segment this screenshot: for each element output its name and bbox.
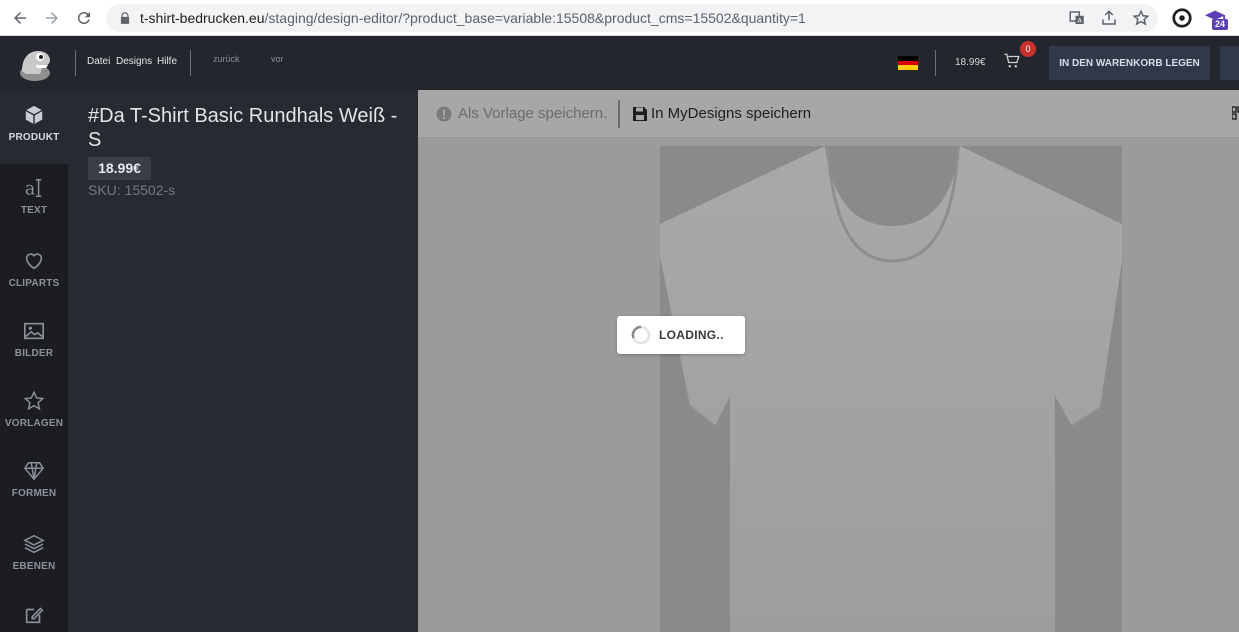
rail-label: VORLAGEN — [4, 418, 64, 429]
svg-text:a: a — [25, 179, 35, 199]
loading-text: LOADING.. — [659, 328, 724, 342]
extension-badge: 24 — [1212, 19, 1228, 30]
star-outline-icon — [23, 390, 45, 411]
canvas-toolbar: Als Vorlage speichern. In MyDesigns spei… — [418, 90, 1239, 138]
star-icon[interactable] — [1132, 9, 1150, 27]
rail-label: FORMEN — [11, 488, 57, 499]
rail-item-produkt[interactable]: PRODUKT — [0, 104, 68, 143]
header-divider — [935, 50, 936, 76]
product-price: 18.99€ — [88, 157, 151, 180]
toolbar-divider — [618, 100, 620, 128]
reload-icon[interactable] — [72, 6, 96, 30]
heart-icon — [25, 253, 43, 270]
redo-button[interactable]: vor — [271, 54, 284, 64]
image-icon — [24, 322, 44, 340]
diamond-icon — [23, 462, 45, 481]
dino-logo[interactable] — [14, 43, 56, 83]
info-icon — [436, 106, 452, 122]
spinner-icon — [631, 325, 651, 345]
menu-datei[interactable]: Datei — [87, 56, 110, 67]
layers-icon — [23, 534, 45, 554]
design-workspace: Als Vorlage speichern. In MyDesigns spei… — [418, 90, 1239, 632]
add-to-cart-button[interactable]: IN DEN WARENKORB LEGEN — [1049, 46, 1210, 80]
rail-label: PRODUKT — [8, 132, 60, 143]
rail-item-cliparts[interactable]: CLIPARTS — [0, 250, 68, 289]
share-icon[interactable] — [1100, 9, 1118, 27]
header-extra-button[interactable] — [1220, 46, 1239, 80]
translate-icon[interactable]: A — [1068, 9, 1086, 27]
address-bar[interactable]: t-shirt-bedrucken.eu/staging/design-edit… — [106, 4, 1158, 32]
forward-icon[interactable] — [40, 6, 64, 30]
extension-icon[interactable] — [1171, 7, 1193, 29]
rail-item-text[interactable]: a TEXT — [0, 177, 68, 216]
product-sku: SKU: 15502-s — [88, 182, 176, 198]
rail-label: TEXT — [20, 205, 48, 216]
cart-count-badge: 0 — [1020, 41, 1036, 57]
rail-item-edit[interactable] — [0, 604, 68, 626]
undo-button[interactable]: zurück — [213, 54, 240, 64]
product-title: #Da T-Shirt Basic Rundhals Weiß - S — [88, 105, 398, 151]
loading-indicator: LOADING.. — [617, 316, 745, 354]
german-flag-icon[interactable] — [898, 56, 918, 70]
menu-designs[interactable]: Designs — [116, 56, 152, 67]
rail-item-ebenen[interactable]: EBENEN — [0, 533, 68, 572]
floppy-disk-icon — [633, 107, 647, 121]
back-icon[interactable] — [8, 6, 32, 30]
rail-item-vorlagen[interactable]: VORLAGEN — [0, 390, 68, 429]
rail-label: BILDER — [14, 348, 54, 359]
url-text[interactable]: t-shirt-bedrucken.eu/staging/design-edit… — [140, 10, 806, 26]
edit-icon — [25, 607, 44, 624]
header-price: 18.99€ — [955, 57, 986, 68]
save-mydesigns-button[interactable]: In MyDesigns speichern — [651, 105, 811, 122]
grid-icon[interactable] — [1232, 106, 1239, 120]
menu-hilfe[interactable]: Hilfe — [157, 56, 177, 67]
text-icon: a — [25, 179, 42, 199]
lock-icon[interactable] — [118, 11, 132, 25]
cube-icon — [25, 105, 43, 125]
header-divider — [190, 50, 191, 76]
browser-toolbar: t-shirt-bedrucken.eu/staging/design-edit… — [0, 0, 1239, 36]
product-panel: #Da T-Shirt Basic Rundhals Weiß - S 18.9… — [68, 90, 418, 632]
rail-label: CLIPARTS — [8, 278, 60, 289]
rail-label: EBENEN — [12, 561, 56, 572]
app-header: Datei Designs Hilfe zurück vor 18.99€ 0 … — [0, 36, 1239, 90]
save-template-button[interactable]: Als Vorlage speichern. — [458, 105, 607, 122]
header-divider — [75, 50, 76, 76]
tshirt-mockup — [660, 146, 1122, 632]
rail-item-bilder[interactable]: BILDER — [0, 320, 68, 359]
rail-item-formen[interactable]: FORMEN — [0, 460, 68, 499]
cart-icon[interactable] — [1003, 52, 1021, 70]
